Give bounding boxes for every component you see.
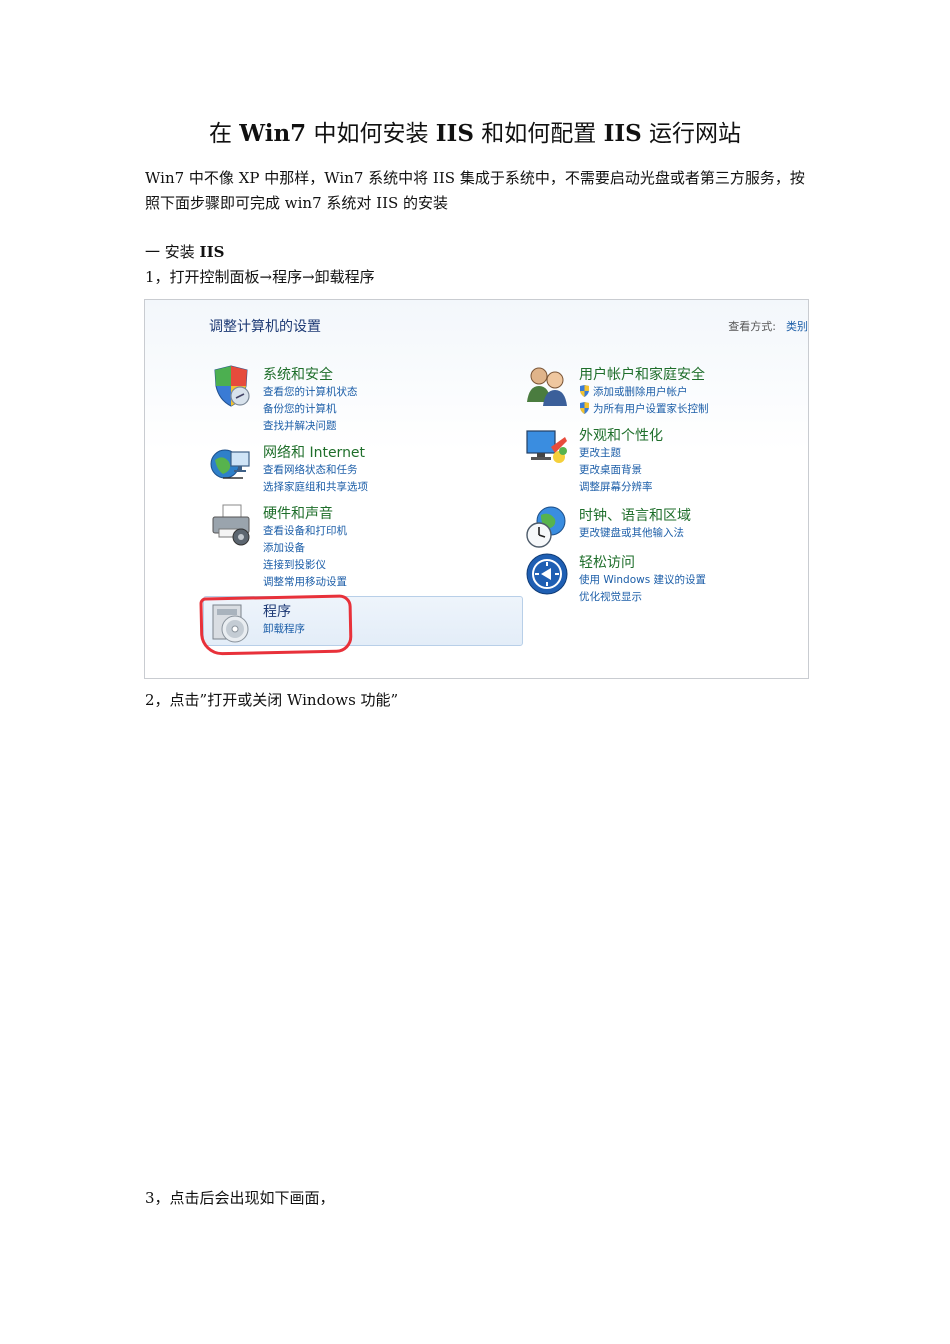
view-by-label: 查看方式: (728, 320, 776, 333)
category-title[interactable]: 用户帐户和家庭安全 (579, 364, 705, 384)
link-homegroup-sharing[interactable]: 选择家庭组和共享选项 (263, 479, 368, 496)
control-panel-screenshot: 调整计算机的设置 查看方式: 类别 系统和安全 查看您的计算机状态 备份您的计算机… (144, 299, 809, 679)
link-add-remove-accounts[interactable]: 添加或删除用户帐户 (579, 384, 709, 401)
network-globe-icon (210, 449, 250, 479)
link-network-status[interactable]: 查看网络状态和任务 (263, 462, 368, 479)
uac-shield-icon (580, 402, 589, 414)
uac-shield-icon (580, 385, 589, 397)
category-title[interactable]: 硬件和声音 (263, 503, 333, 523)
document-title: 在 Win7 中如何安装 IIS 和如何配置 IIS 运行网站 (208, 120, 742, 147)
intro-paragraph: Win7 中不像 XP 中那样，Win7 系统中将 IIS 集成于系统中，不需要… (145, 169, 805, 212)
link-screen-resolution[interactable]: 调整屏幕分辨率 (579, 479, 653, 496)
clock-globe-icon (526, 506, 566, 548)
link-view-computer-status[interactable]: 查看您的计算机状态 (263, 384, 358, 401)
step-1-text: 1，打开控制面板→程序→卸载程序 (145, 268, 375, 286)
category-title[interactable]: 外观和个性化 (579, 425, 663, 445)
step-2-text: 2，点击”打开或关闭 Windows 功能” (145, 691, 399, 709)
link-windows-recommended-settings[interactable]: 使用 Windows 建议的设置 (579, 572, 706, 589)
link-mobility-settings[interactable]: 调整常用移动设置 (263, 574, 347, 591)
monitor-paint-icon (526, 430, 567, 463)
view-by: 查看方式: 类别 (728, 318, 808, 334)
link-devices-printers[interactable]: 查看设备和打印机 (263, 523, 347, 540)
users-icon (527, 367, 567, 406)
view-by-value[interactable]: 类别 (786, 320, 808, 333)
category-title[interactable]: 时钟、语言和区域 (579, 505, 691, 525)
category-title[interactable]: 网络和 Internet (263, 442, 365, 462)
link-connect-projector[interactable]: 连接到投影仪 (263, 557, 347, 574)
link-desktop-background[interactable]: 更改桌面背景 (579, 462, 653, 479)
link-troubleshoot[interactable]: 查找并解决问题 (263, 418, 358, 435)
category-title[interactable]: 轻松访问 (579, 552, 635, 572)
control-panel-heading: 调整计算机的设置 (209, 319, 321, 335)
category-title[interactable]: 系统和安全 (263, 364, 333, 384)
link-optimize-visual-display[interactable]: 优化视觉显示 (579, 589, 706, 606)
link-parental-controls[interactable]: 为所有用户设置家长控制 (579, 401, 709, 418)
section-heading: 一 安装 IIS (145, 243, 225, 261)
printer-icon (212, 504, 250, 546)
link-add-device[interactable]: 添加设备 (263, 540, 347, 557)
link-keyboard-input[interactable]: 更改键盘或其他输入法 (579, 525, 684, 542)
link-backup-computer[interactable]: 备份您的计算机 (263, 401, 358, 418)
red-highlight-annotation (199, 594, 353, 656)
step-3-text: 3，点击后会出现如下画面， (145, 1189, 335, 1207)
link-change-theme[interactable]: 更改主题 (579, 445, 653, 462)
shield-icon (214, 365, 250, 407)
accessibility-icon (526, 553, 568, 595)
